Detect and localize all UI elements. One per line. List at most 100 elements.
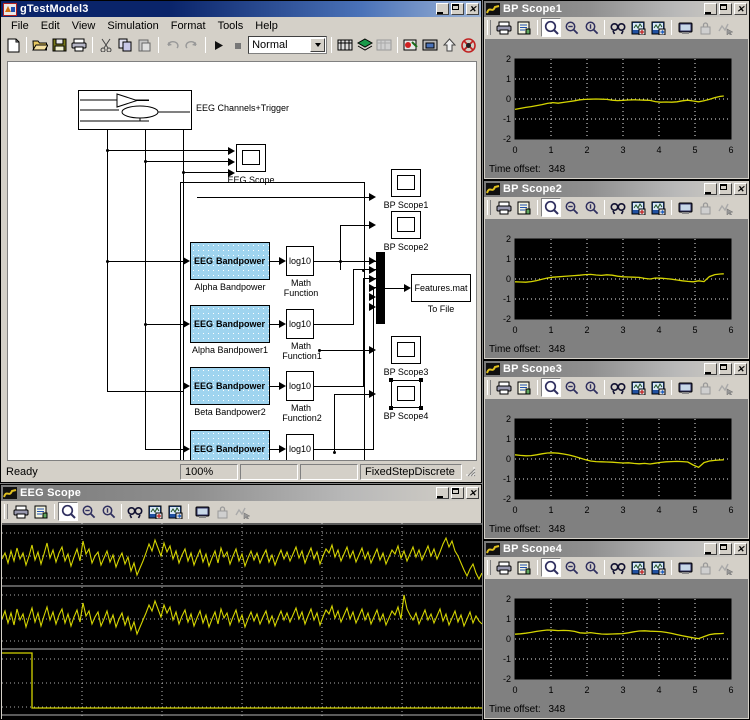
go-to-parent-icon[interactable] bbox=[421, 35, 439, 55]
math-function1-block[interactable]: log10 bbox=[286, 309, 314, 339]
autoscale-icon[interactable] bbox=[125, 502, 145, 521]
alpha-bandpower1-block[interactable]: EEG Bandpower bbox=[190, 305, 270, 343]
zoom-x-icon[interactable] bbox=[561, 378, 581, 397]
toolbar-drag-handle[interactable] bbox=[487, 200, 491, 215]
mux-block[interactable] bbox=[376, 252, 385, 324]
save-axes-settings-icon[interactable] bbox=[145, 502, 165, 521]
zoom-y-icon[interactable] bbox=[581, 198, 601, 217]
minimize-button[interactable] bbox=[436, 487, 449, 499]
maximize-button[interactable] bbox=[451, 487, 464, 499]
menu-item-help[interactable]: Help bbox=[249, 19, 284, 33]
floating-scope-icon[interactable] bbox=[192, 502, 212, 521]
build-model-icon[interactable] bbox=[460, 35, 478, 55]
save-icon[interactable] bbox=[51, 35, 69, 55]
bp-scope1-block[interactable] bbox=[391, 169, 421, 197]
toolbar-drag-handle[interactable] bbox=[4, 504, 8, 519]
save-axes-settings-icon[interactable] bbox=[628, 378, 648, 397]
model-titlebar[interactable]: gTestModel3 ✕ bbox=[1, 1, 481, 17]
toolbar-drag-handle[interactable] bbox=[487, 560, 491, 575]
open-icon[interactable] bbox=[31, 35, 49, 55]
close-button[interactable]: ✕ bbox=[466, 3, 479, 15]
menu-item-view[interactable]: View bbox=[66, 19, 102, 33]
debug-icon[interactable] bbox=[402, 35, 420, 55]
zoom-y-icon[interactable] bbox=[98, 502, 118, 521]
close-button[interactable]: ✕ bbox=[734, 183, 747, 195]
eeg-scope-titlebar[interactable]: EEG Scope ✕ bbox=[1, 485, 481, 501]
eeg-scope-plot-area[interactable] bbox=[2, 523, 480, 718]
simulation-mode-select[interactable]: Normal bbox=[248, 36, 327, 54]
minimize-button[interactable] bbox=[704, 3, 717, 15]
close-button[interactable]: ✕ bbox=[734, 363, 747, 375]
selection-handle[interactable] bbox=[389, 378, 393, 382]
alpha-bandpower-block[interactable]: EEG Bandpower bbox=[190, 242, 270, 280]
beta-bandpower2-block[interactable]: EEG Bandpower bbox=[190, 367, 270, 405]
zoom-box-icon[interactable] bbox=[541, 198, 561, 217]
print-icon[interactable] bbox=[494, 18, 514, 37]
bp-scope2-titlebar[interactable]: BP Scope2 ✕ bbox=[484, 181, 749, 197]
maximize-button[interactable] bbox=[719, 183, 732, 195]
resize-grip[interactable] bbox=[464, 465, 478, 479]
close-button[interactable]: ✕ bbox=[466, 487, 479, 499]
autoscale-icon[interactable] bbox=[608, 378, 628, 397]
autoscale-icon[interactable] bbox=[608, 198, 628, 217]
zoom-x-icon[interactable] bbox=[561, 558, 581, 577]
zoom-x-icon[interactable] bbox=[78, 502, 98, 521]
parameters-icon[interactable] bbox=[514, 18, 534, 37]
maximize-button[interactable] bbox=[719, 363, 732, 375]
cut-icon[interactable] bbox=[97, 35, 115, 55]
bp-scope1-plot-area[interactable]: 2 1 0 -1 -2 0 1 2 3 4 5 6 bbox=[485, 39, 748, 178]
restore-axes-settings-icon[interactable] bbox=[648, 198, 668, 217]
copy-icon[interactable] bbox=[116, 35, 134, 55]
minimize-button[interactable] bbox=[704, 543, 717, 555]
selection-handle[interactable] bbox=[419, 406, 423, 410]
bp-scope4-titlebar[interactable]: BP Scope4 ✕ bbox=[484, 541, 749, 557]
minimize-button[interactable] bbox=[704, 363, 717, 375]
print-icon[interactable] bbox=[494, 198, 514, 217]
toolbar-drag-handle[interactable] bbox=[487, 20, 491, 35]
zoom-x-icon[interactable] bbox=[561, 18, 581, 37]
bp-scope3-block[interactable] bbox=[391, 336, 421, 364]
bp-scope3-titlebar[interactable]: BP Scope3 ✕ bbox=[484, 361, 749, 377]
math-function3-block[interactable]: log10 bbox=[286, 434, 314, 461]
bp-scope1-titlebar[interactable]: BP Scope1 ✕ bbox=[484, 1, 749, 17]
close-button[interactable]: ✕ bbox=[734, 543, 747, 555]
math-function-block[interactable]: log10 bbox=[286, 246, 314, 276]
close-button[interactable]: ✕ bbox=[734, 3, 747, 15]
zoom-box-icon[interactable] bbox=[541, 558, 561, 577]
minimize-button[interactable] bbox=[704, 183, 717, 195]
bp-scope4-block[interactable] bbox=[391, 380, 421, 408]
floating-scope-icon[interactable] bbox=[675, 558, 695, 577]
parameters-icon[interactable] bbox=[514, 198, 534, 217]
math-function2-block[interactable]: log10 bbox=[286, 371, 314, 401]
print-icon[interactable] bbox=[11, 502, 31, 521]
zoom-y-icon[interactable] bbox=[581, 378, 601, 397]
restore-axes-settings-icon[interactable] bbox=[165, 502, 185, 521]
parameters-icon[interactable] bbox=[31, 502, 51, 521]
bp-scope2-block[interactable] bbox=[391, 211, 421, 239]
menu-item-tools[interactable]: Tools bbox=[212, 19, 250, 33]
save-axes-settings-icon[interactable] bbox=[628, 18, 648, 37]
to-file-block[interactable]: Features.mat bbox=[411, 274, 471, 302]
print-icon[interactable] bbox=[494, 378, 514, 397]
model-canvas[interactable]: EEG Channels+Trigger EEG Scope EEG Bandp… bbox=[7, 61, 477, 461]
bp-scope2-plot-area[interactable]: 2 1 0 -1 -2 0 1 2 3 4 5 6 bbox=[485, 219, 748, 358]
toolbar-drag-handle[interactable] bbox=[487, 380, 491, 395]
print-icon[interactable] bbox=[70, 35, 88, 55]
restore-axes-settings-icon[interactable] bbox=[648, 558, 668, 577]
update-diagram-icon[interactable] bbox=[336, 35, 354, 55]
autoscale-icon[interactable] bbox=[608, 558, 628, 577]
new-icon[interactable] bbox=[4, 35, 22, 55]
eeg-scope-block[interactable] bbox=[236, 144, 266, 172]
selection-handle[interactable] bbox=[389, 406, 393, 410]
zoom-box-icon[interactable] bbox=[541, 378, 561, 397]
zoom-box-icon[interactable] bbox=[58, 502, 78, 521]
minimize-button[interactable] bbox=[436, 3, 449, 15]
beta-bandpower3-block[interactable]: EEG Bandpower bbox=[190, 430, 270, 461]
restore-axes-settings-icon[interactable] bbox=[648, 18, 668, 37]
selection-handle[interactable] bbox=[419, 378, 423, 382]
menu-item-simulation[interactable]: Simulation bbox=[101, 19, 164, 33]
zoom-y-icon[interactable] bbox=[581, 18, 601, 37]
parameters-icon[interactable] bbox=[514, 378, 534, 397]
autoscale-icon[interactable] bbox=[608, 18, 628, 37]
paste-icon[interactable] bbox=[136, 35, 154, 55]
